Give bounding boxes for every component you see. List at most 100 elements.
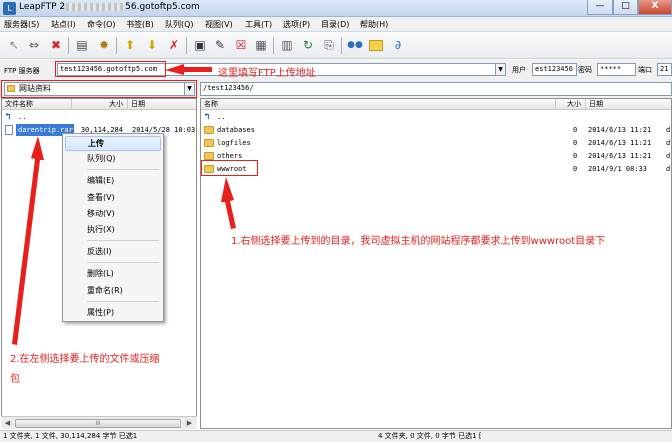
- app-icon: L: [3, 2, 16, 15]
- ctx-delete[interactable]: 删除(L): [65, 266, 161, 281]
- folder-date: 2014/6/13 11:21: [588, 139, 652, 147]
- status-bar: 1 文件夹, 1 文件, 30,114,284 字节 已选1 4 文件夹, 0 …: [0, 430, 672, 442]
- toolbar-separator: [68, 37, 69, 54]
- folder-size: 0: [573, 139, 578, 147]
- ctx-invert-selection[interactable]: 反选(I): [65, 244, 161, 259]
- menu-view[interactable]: 视图(V): [205, 19, 233, 30]
- local-annotation-line1: 2.在左侧选择要上传的文件或压缩: [10, 354, 160, 365]
- edit-icon[interactable]: ✎: [212, 37, 228, 53]
- site-manager-icon[interactable]: ▤: [74, 37, 90, 53]
- ctx-edit[interactable]: 编辑(E): [65, 173, 161, 188]
- ctx-execute[interactable]: 执行(X): [65, 222, 161, 237]
- scroll-left-icon[interactable]: ◀: [2, 418, 13, 429]
- link-icon[interactable]: ∂: [390, 37, 406, 53]
- parent-folder-icon: ↰: [5, 112, 11, 122]
- menu-directory[interactable]: 目录(D): [321, 19, 349, 30]
- menu-command[interactable]: 命令(O): [87, 19, 116, 30]
- ctx-move[interactable]: 移动(V): [65, 206, 161, 221]
- goto-folder-icon[interactable]: ⎘: [321, 37, 337, 53]
- ctx-view[interactable]: 查看(V): [65, 190, 161, 205]
- menu-queue[interactable]: 队列(Q): [165, 19, 194, 30]
- folder-icon: [204, 139, 214, 147]
- port-input[interactable]: 21: [657, 63, 672, 76]
- server-input-highlight: [55, 61, 166, 77]
- remote-status-text: 4 文件夹, 0 文件, 0 字节 已选1 [: [378, 432, 482, 440]
- remote-row-wwwroot[interactable]: wwwroot 0 2014/9/1 08:33 d: [201, 163, 671, 175]
- remote-path-input[interactable]: /test123456/: [200, 82, 672, 96]
- local-col-date[interactable]: 日期: [128, 99, 196, 110]
- menu-options[interactable]: 选项(P): [283, 19, 310, 30]
- menu-site[interactable]: 站点(I): [51, 19, 76, 30]
- folder-name: ..: [217, 113, 226, 121]
- redacted-text: [66, 2, 125, 11]
- remote-annotation: 1.右侧选择要上传到的目录，我司虚拟主机的网站程序都要求上传到wwwroot目录…: [231, 236, 606, 247]
- remote-row-logfiles[interactable]: logfiles 0 2014/6/13 11:21 d: [201, 137, 671, 149]
- folder-name: databases: [217, 126, 255, 134]
- ctx-separator: [87, 240, 159, 241]
- folder-size: 0: [573, 165, 578, 173]
- disconnect-icon[interactable]: ↖: [6, 37, 22, 53]
- menu-bookmark[interactable]: 书签(B): [126, 19, 154, 30]
- password-label: 密码: [578, 66, 592, 74]
- remote-row-others[interactable]: others 0 2014/6/13 11:21 d: [201, 150, 671, 162]
- properties-icon[interactable]: ▥: [279, 37, 295, 53]
- toolbar-separator: [273, 37, 274, 54]
- window-title: LeapFTP 2 56.gotoftp5.com: [19, 2, 200, 12]
- remote-col-date[interactable]: 日期: [586, 99, 671, 110]
- folder-name: logfiles: [217, 139, 251, 147]
- queue-icon[interactable]: ●●: [347, 37, 363, 53]
- toolbar-separator: [341, 37, 342, 54]
- stop-icon[interactable]: ✖: [48, 37, 64, 53]
- local-path-highlight: [1, 80, 197, 98]
- password-input[interactable]: *****: [597, 63, 636, 76]
- download-icon[interactable]: ⬇: [144, 37, 160, 53]
- quick-connect-icon[interactable]: ✹: [96, 37, 112, 53]
- minimize-button[interactable]: —: [587, 0, 613, 15]
- scroll-thumb[interactable]: III: [15, 419, 181, 428]
- upload-icon[interactable]: ⬆: [122, 37, 138, 53]
- menu-bar: 服务器(S) 站点(I) 命令(O) 书签(B) 队列(Q) 视图(V) 工具(…: [0, 17, 672, 32]
- scroll-right-icon[interactable]: ▶: [184, 418, 195, 429]
- remote-row-databases[interactable]: databases 0 2014/6/13 11:21 d: [201, 124, 671, 136]
- refresh-icon[interactable]: ↻: [300, 37, 316, 53]
- local-col-size[interactable]: 大小: [72, 99, 128, 110]
- folder-icon[interactable]: [368, 37, 384, 53]
- rename-icon[interactable]: ▦: [253, 37, 269, 53]
- context-menu: 上传 队列(Q) 编辑(E) 查看(V) 移动(V) 执行(X) 反选(I) 删…: [62, 133, 164, 322]
- view-icon[interactable]: ▣: [192, 37, 208, 53]
- local-col-name[interactable]: 文件名称: [2, 99, 72, 110]
- menu-tools[interactable]: 工具(T): [245, 19, 272, 30]
- folder-date: 2014/6/13 11:21: [588, 126, 652, 134]
- local-row-parent[interactable]: ↰ ..: [2, 111, 196, 123]
- user-label: 用户: [512, 66, 526, 74]
- remote-row-parent[interactable]: ↰ ..: [201, 111, 671, 123]
- remote-col-name[interactable]: 名称: [201, 99, 556, 110]
- remote-file-pane[interactable]: 名称 大小 日期 ↰ .. databases 0 2014/6/13 11:2…: [200, 98, 672, 429]
- local-status-text: 1 文件夹, 1 文件, 30,114,284 字节 已选1: [3, 432, 138, 440]
- chevron-down-icon[interactable]: ▼: [495, 63, 506, 76]
- ctx-properties[interactable]: 属性(P): [65, 305, 161, 320]
- local-horizontal-scrollbar[interactable]: ◀ III ▶: [1, 416, 197, 429]
- parent-folder-icon: ↰: [204, 112, 210, 122]
- user-input[interactable]: est123456: [532, 63, 577, 76]
- server-annotation: 这里填写FTP上传地址: [218, 68, 316, 79]
- menu-server[interactable]: 服务器(S): [4, 19, 39, 30]
- connect-icon[interactable]: ⇔: [26, 37, 42, 53]
- menu-help[interactable]: 帮助(H): [360, 19, 388, 30]
- local-annotation-line2: 包: [10, 374, 20, 385]
- folder-size: 0: [573, 152, 578, 160]
- remote-col-size[interactable]: 大小: [556, 99, 586, 110]
- cancel-icon[interactable]: ✗: [166, 37, 182, 53]
- folder-size: 0: [573, 126, 578, 134]
- title-bar: L LeapFTP 2 56.gotoftp5.com — □ X: [0, 0, 672, 17]
- close-button[interactable]: X: [638, 0, 672, 15]
- folder-attr: d: [666, 152, 671, 160]
- ctx-rename[interactable]: 重命名(R): [65, 283, 161, 298]
- maximize-button[interactable]: □: [613, 0, 638, 15]
- archive-file-icon: [5, 125, 13, 135]
- ctx-queue[interactable]: 队列(Q): [65, 151, 161, 166]
- ctx-separator: [87, 262, 159, 263]
- delete-icon[interactable]: ☒: [233, 37, 249, 53]
- ctx-upload[interactable]: 上传: [65, 136, 161, 151]
- folder-attr: d: [666, 165, 671, 173]
